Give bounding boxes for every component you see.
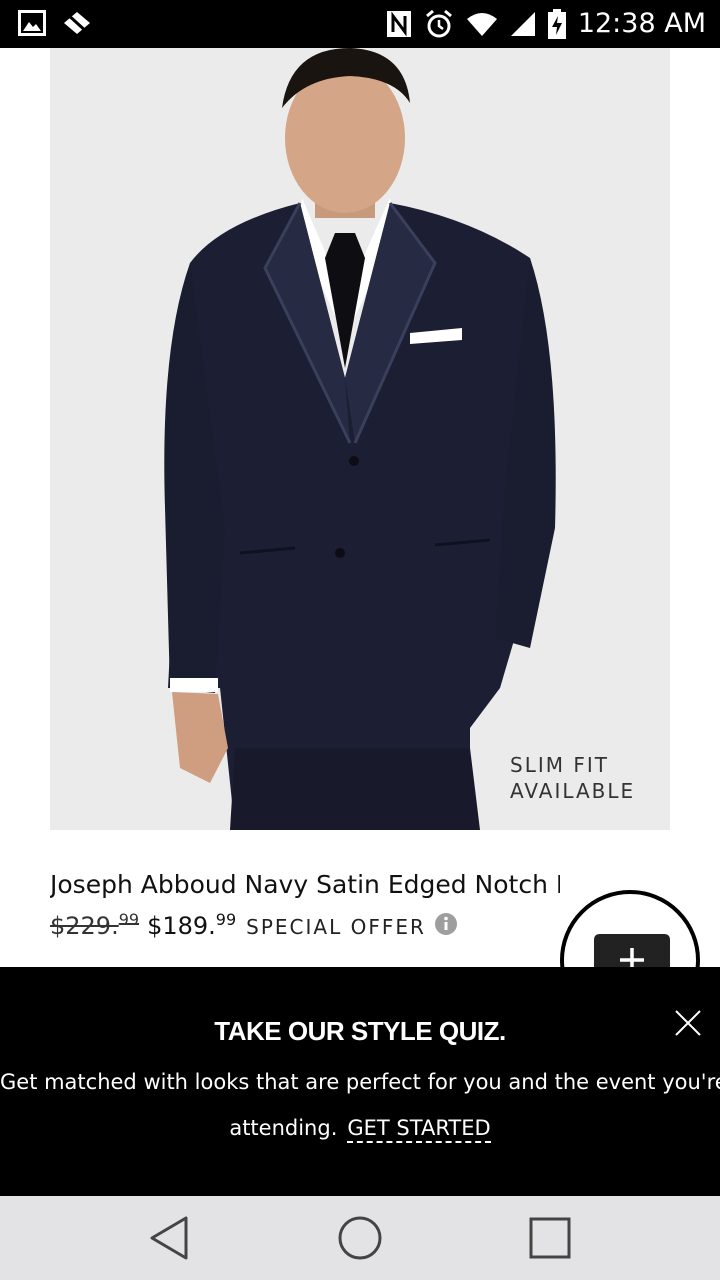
slim-fit-badge: SLIM FIT AVAILABLE <box>510 752 635 804</box>
quiz-body-line-2-wrap: attending. GET STARTED <box>0 1105 720 1151</box>
quiz-title: TAKE OUR STYLE QUIZ. <box>214 1016 506 1046</box>
sale-price: $189.99 <box>147 910 237 941</box>
alarm-icon <box>425 9 452 38</box>
recents-icon[interactable] <box>526 1214 574 1262</box>
product-title[interactable]: Joseph Abboud Navy Satin Edged Notch Lap… <box>50 868 560 902</box>
status-bar: 12:38 AM <box>0 0 720 48</box>
info-icon[interactable] <box>434 912 458 936</box>
battery-charging-icon <box>547 9 566 39</box>
wifi-icon <box>466 13 497 36</box>
product-content: SLIM FIT AVAILABLE Joseph Abboud Navy Sa… <box>0 48 720 967</box>
home-icon[interactable] <box>336 1214 384 1262</box>
model-illustration <box>164 48 556 830</box>
back-icon[interactable] <box>146 1214 194 1262</box>
quiz-body-line-2: attending. <box>229 1116 338 1140</box>
style-quiz-banner: TAKE OUR STYLE QUIZ. Get matched with lo… <box>0 967 720 1196</box>
no-location-icon <box>64 11 90 35</box>
special-offer-label: SPECIAL OFFER <box>246 915 426 939</box>
signal-icon <box>510 12 535 36</box>
get-started-link[interactable]: GET STARTED <box>347 1115 491 1143</box>
close-icon[interactable] <box>674 1009 702 1037</box>
quiz-body-line-1: Get matched with looks that are perfect … <box>0 1070 720 1094</box>
chat-add-icon <box>594 934 670 967</box>
chat-button[interactable] <box>560 890 700 967</box>
quiz-description: Get matched with looks that are perfect … <box>0 1059 720 1151</box>
navigation-bar <box>0 1196 720 1280</box>
badge-line-1: SLIM FIT <box>510 753 609 777</box>
product-image[interactable]: SLIM FIT AVAILABLE <box>50 48 670 830</box>
original-price: $229.99 <box>50 910 140 941</box>
price-row: $229.99 $189.99 SPECIAL OFFER <box>50 910 458 946</box>
status-clock: 12:38 AM <box>577 8 706 39</box>
image-icon <box>18 10 46 36</box>
nfc-icon <box>386 11 411 37</box>
badge-line-2: AVAILABLE <box>510 779 636 803</box>
